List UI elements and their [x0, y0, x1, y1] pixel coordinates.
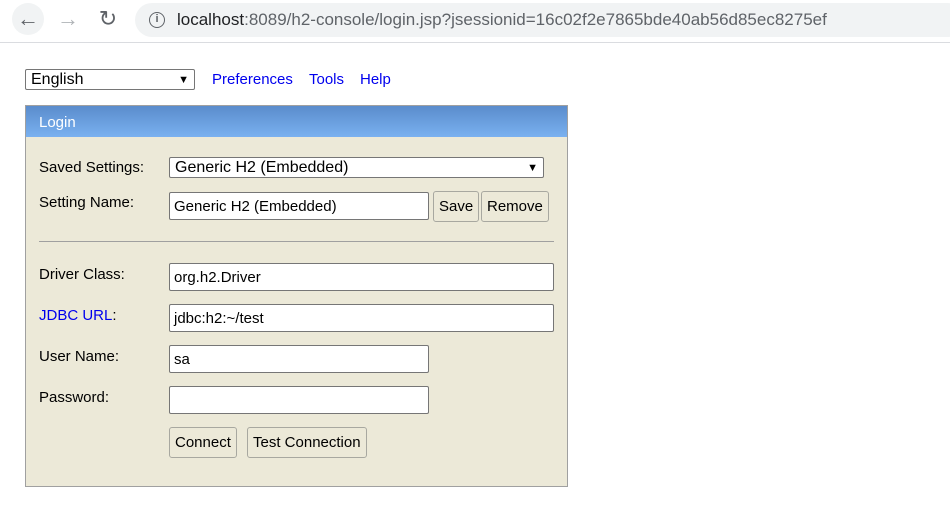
password-label: Password: [39, 389, 110, 406]
chevron-down-icon: ▼ [178, 73, 189, 86]
login-panel: Login Saved Settings: Generic H2 (Embedd… [25, 105, 568, 487]
password-input[interactable] [169, 386, 429, 414]
back-button[interactable]: ← [12, 3, 44, 35]
reload-icon: ↻ [98, 6, 118, 31]
user-name-label: User Name: [39, 348, 120, 365]
connect-button[interactable]: Connect [169, 427, 237, 458]
saved-settings-value: Generic H2 (Embedded) [175, 158, 349, 176]
language-select[interactable]: English ▼ [25, 69, 195, 90]
setting-name-input[interactable]: Generic H2 (Embedded) [169, 192, 429, 220]
reload-button[interactable]: ↻ [92, 3, 124, 35]
saved-settings-label: Saved Settings: [39, 159, 145, 176]
remove-button[interactable]: Remove [481, 191, 549, 222]
arrow-right-icon: → [57, 6, 79, 31]
jdbc-url-label: JDBC URL: [39, 307, 117, 324]
forward-button[interactable]: → [52, 3, 84, 35]
login-header: Login [26, 106, 567, 137]
save-button[interactable]: Save [433, 191, 480, 222]
divider [39, 241, 554, 242]
jdbc-url-link[interactable]: JDBC URL [39, 307, 112, 324]
arrow-left-icon: ← [17, 6, 39, 31]
test-connection-button[interactable]: Test Connection [247, 427, 367, 458]
info-icon[interactable]: i [149, 12, 165, 28]
setting-name-label: Setting Name: [39, 194, 135, 211]
saved-settings-select[interactable]: Generic H2 (Embedded) ▼ [169, 157, 544, 178]
divider [0, 42, 950, 43]
jdbc-url-input[interactable]: jdbc:h2:~/test [169, 304, 554, 332]
user-name-input[interactable]: sa [169, 345, 429, 373]
url-host: localhost [177, 10, 245, 29]
preferences-link[interactable]: Preferences [212, 71, 293, 88]
chevron-down-icon: ▼ [527, 161, 538, 174]
tools-link[interactable]: Tools [309, 71, 344, 88]
driver-class-input[interactable]: org.h2.Driver [169, 263, 554, 291]
address-bar[interactable]: i localhost:8089/h2-console/login.jsp?js… [135, 3, 950, 37]
url-path: :8089/h2-console/login.jsp?jsessionid=16… [244, 10, 827, 29]
language-value: English [31, 70, 84, 88]
driver-class-label: Driver Class: [39, 266, 125, 283]
help-link[interactable]: Help [360, 71, 391, 88]
